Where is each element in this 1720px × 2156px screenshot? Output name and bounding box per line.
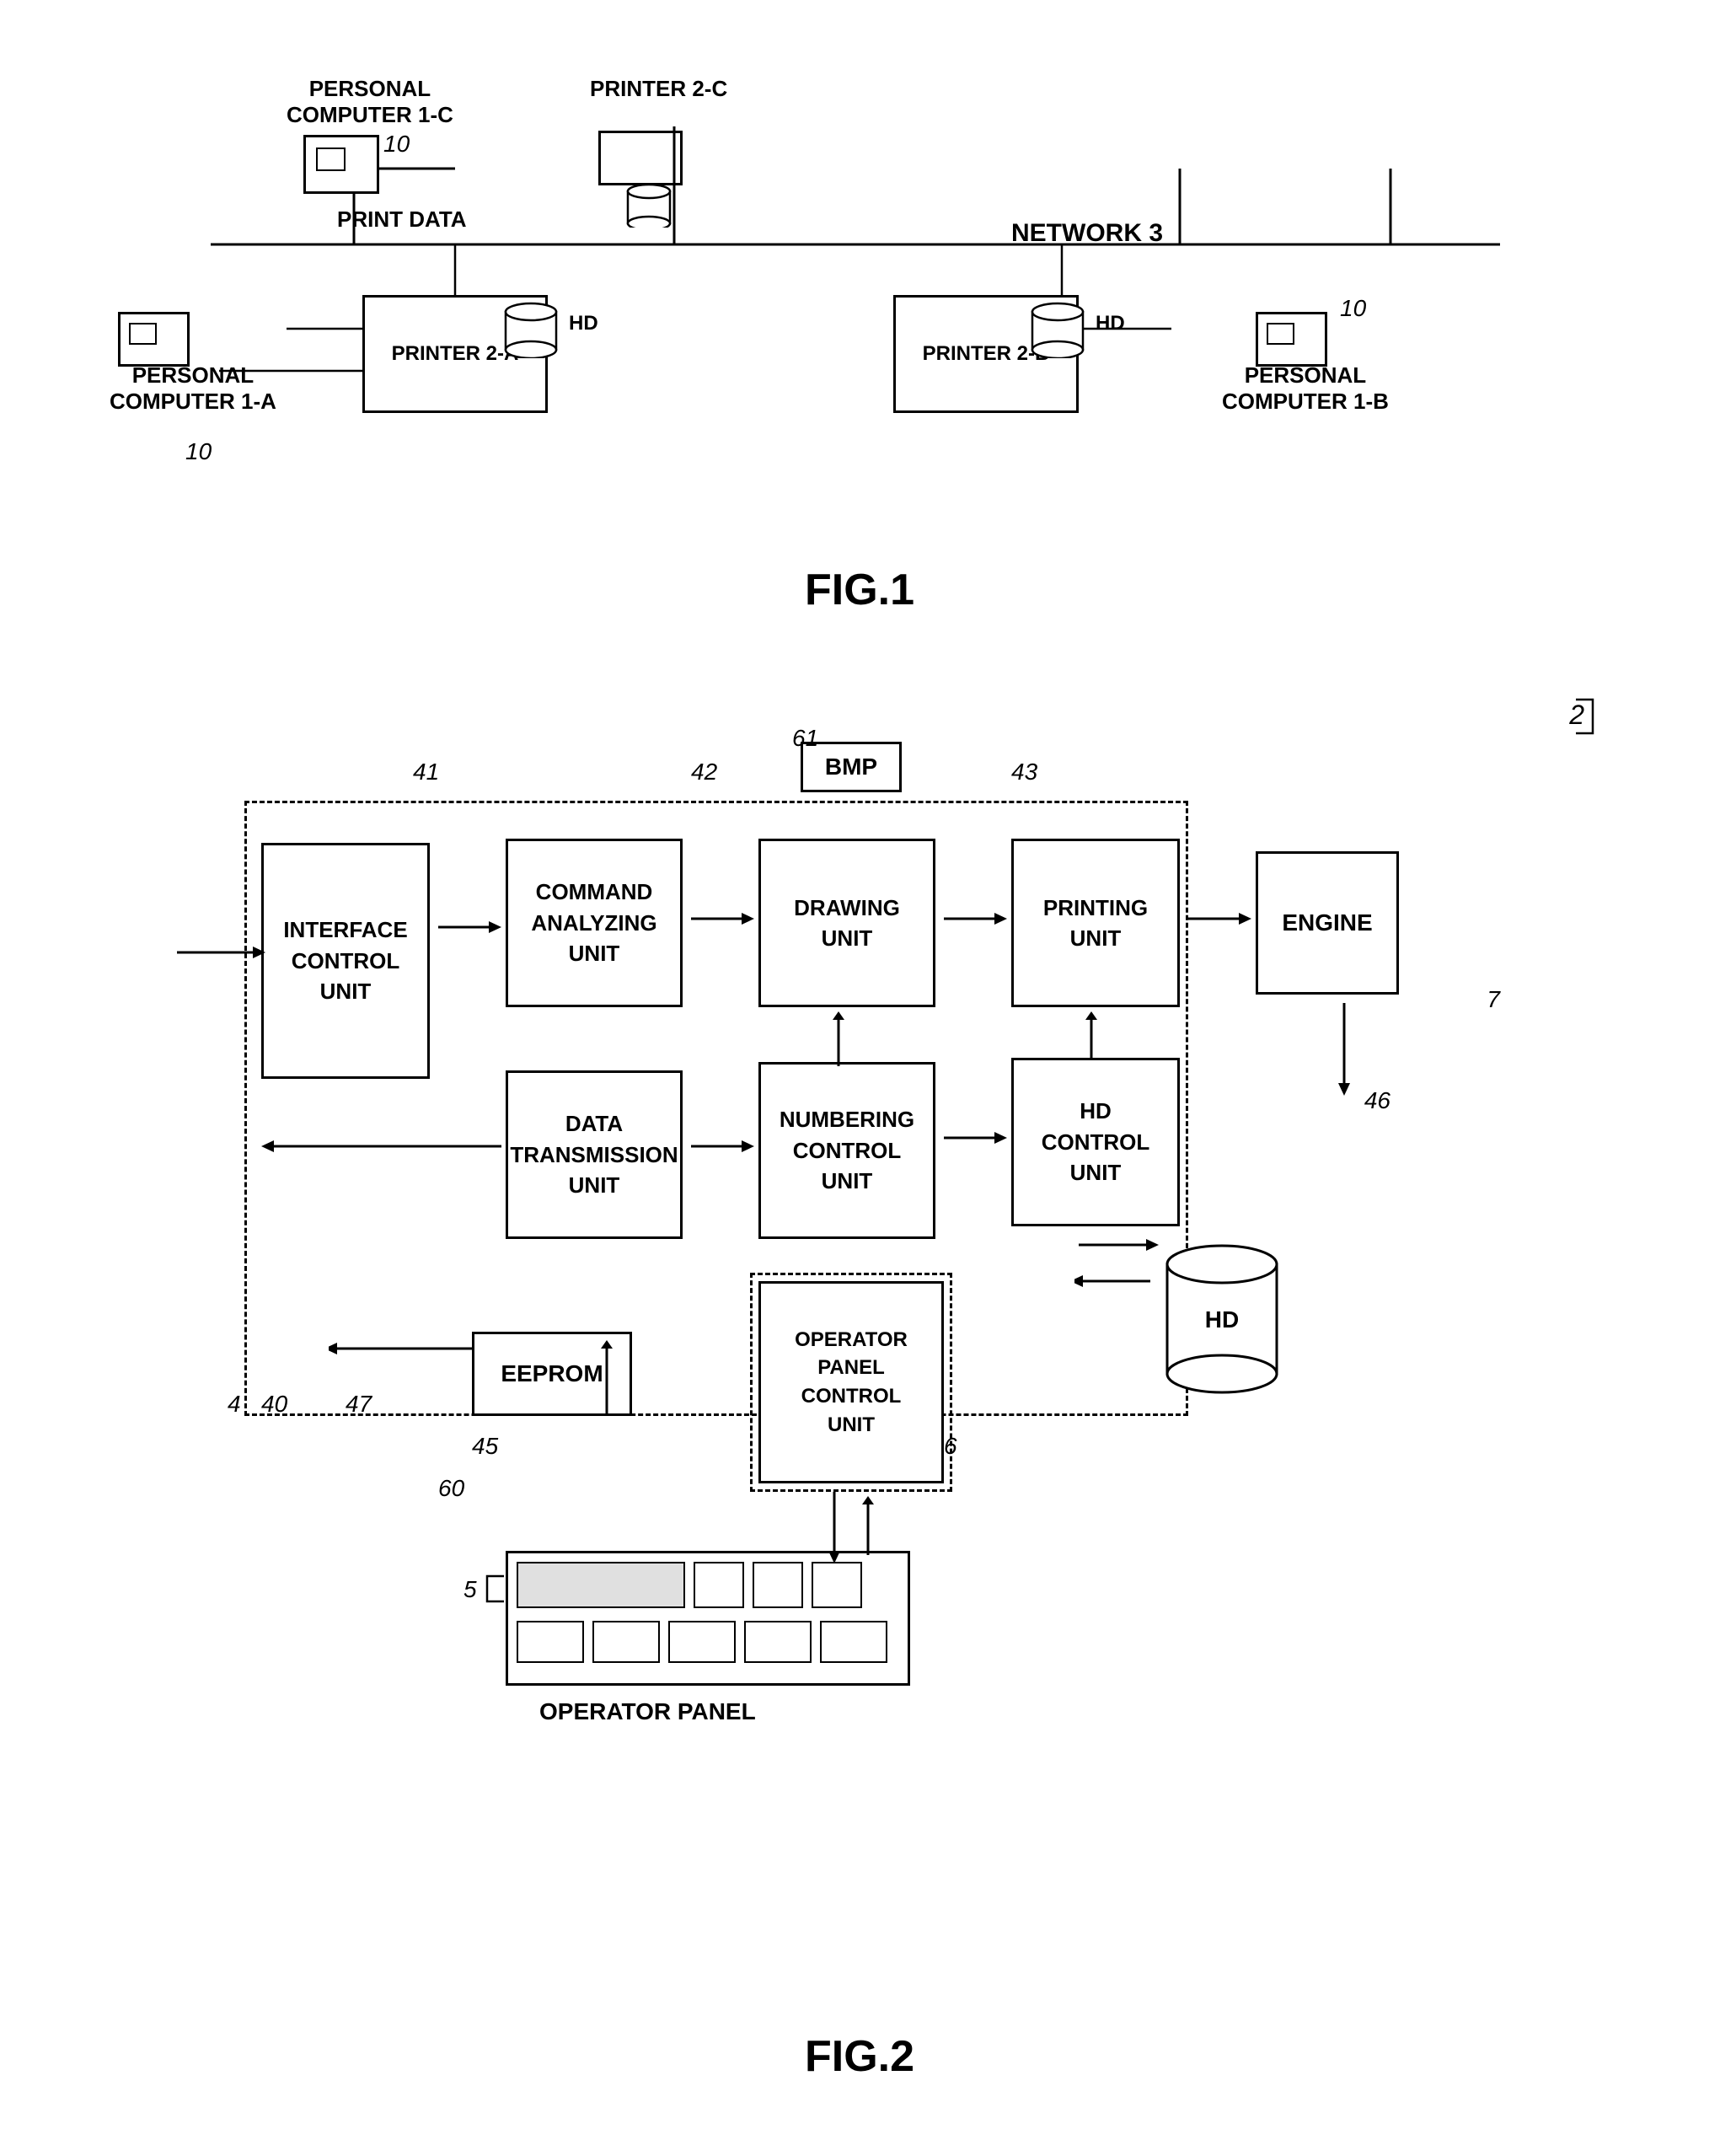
drawing-unit: DRAWINGUNIT [758,839,935,1007]
arrow-hdcontrol-printing [1074,1011,1108,1064]
arrow-panel-opc [851,1496,885,1563]
operator-panel-label: OPERATOR PANEL [539,1698,756,1725]
ref-60: 60 [438,1475,464,1502]
arrow-hdcontrol-hd [1074,1228,1159,1262]
pc1a-area: PERSONALCOMPUTER 1-A [110,362,276,415]
engine-box: ENGINE [1256,851,1399,995]
arrow-opc-panel [817,1488,851,1563]
printer2c-label: PRINTER 2-C [590,76,727,102]
fig2-title: FIG.2 [84,2031,1635,2082]
pc1c-label: PERSONALCOMPUTER 1-C [287,76,453,128]
print-data-label: PRINT DATA [337,206,467,233]
arrow-input-icu [169,936,270,969]
screen-pc1c [316,147,346,171]
arrow-engine-down [1327,999,1361,1100]
arrow-drawing-printing [940,902,1007,936]
ref-41: 41 [413,759,439,786]
ref-43: 43 [1011,759,1037,786]
printer-icon-2c [598,131,683,185]
screen-pc1a [129,323,157,345]
ref-47: 47 [346,1391,372,1418]
operator-panel-control-unit: OPERATORPANELCONTROLUNIT [758,1281,944,1483]
arrow-printing-engine [1184,902,1251,936]
network3-label: NETWORK 3 [1011,219,1163,248]
hd-cylinder-fig2: HD [1155,1231,1289,1399]
ref-5: 5 [463,1576,477,1603]
interface-control-unit: INTERFACECONTROLUNIT [261,843,430,1079]
command-analyzing-unit: COMMANDANALYZINGUNIT [506,839,683,1007]
arrow-eeprom-dtu [590,1340,624,1424]
arrow-icu-cau [434,910,501,944]
data-transmission-unit: DATATRANSMISSIONUNIT [506,1070,683,1239]
numbering-control-unit: NUMBERINGCONTROLUNIT [758,1062,935,1239]
ref-4: 4 [228,1391,241,1418]
arrow-dtu-icu [261,1129,506,1163]
pc1b-area: PERSONALCOMPUTER 1-B [1222,362,1389,415]
arrow-numbering-drawing [822,1011,855,1070]
operator-panel-device [506,1551,910,1686]
arrow-hd-hdcontrol [1074,1264,1159,1298]
ref-46: 46 [1364,1087,1390,1114]
screen-pc1b [1267,323,1294,345]
ref-42: 42 [691,759,717,786]
hd-cylinder-left [501,299,569,358]
label-10-top: 10 [383,131,410,158]
fig1-diagram: PERSONALCOMPUTER 1-C 10 PRINT DATA PRINT… [84,51,1635,624]
fig1-title: FIG.1 [84,565,1635,615]
ref5-bracket [479,1568,512,1610]
arrow-numbering-hdcontrol [940,1121,1007,1155]
hd-left-label: HD [569,312,598,335]
cylinder-2c [624,181,674,228]
arrow-dtu-numbering [687,1129,754,1163]
ref-45: 45 [472,1433,498,1460]
arrow-cau-drawing [687,902,754,936]
ref-6: 6 [944,1433,957,1460]
bmp-box: BMP [801,742,902,792]
arrow-eeprom-icu [329,1332,476,1365]
hd-right-label: HD [1096,312,1125,335]
printing-unit: PRINTINGUNIT [1011,839,1180,1007]
fig2-diagram: 2 41 42 43 61 BMP INTERFACECONTROLUNIT C… [84,674,1635,2090]
ref-40: 40 [261,1391,287,1418]
ref2-bracket [1559,691,1601,742]
hd-control-unit: HDCONTROLUNIT [1011,1058,1180,1226]
hd-cylinder-right [1028,299,1096,358]
label-10-bottomleft: 10 [185,438,212,465]
svg-text:HD: HD [1205,1306,1239,1333]
ref-7: 7 [1487,986,1500,1013]
label-10-bottomright: 10 [1340,295,1366,322]
